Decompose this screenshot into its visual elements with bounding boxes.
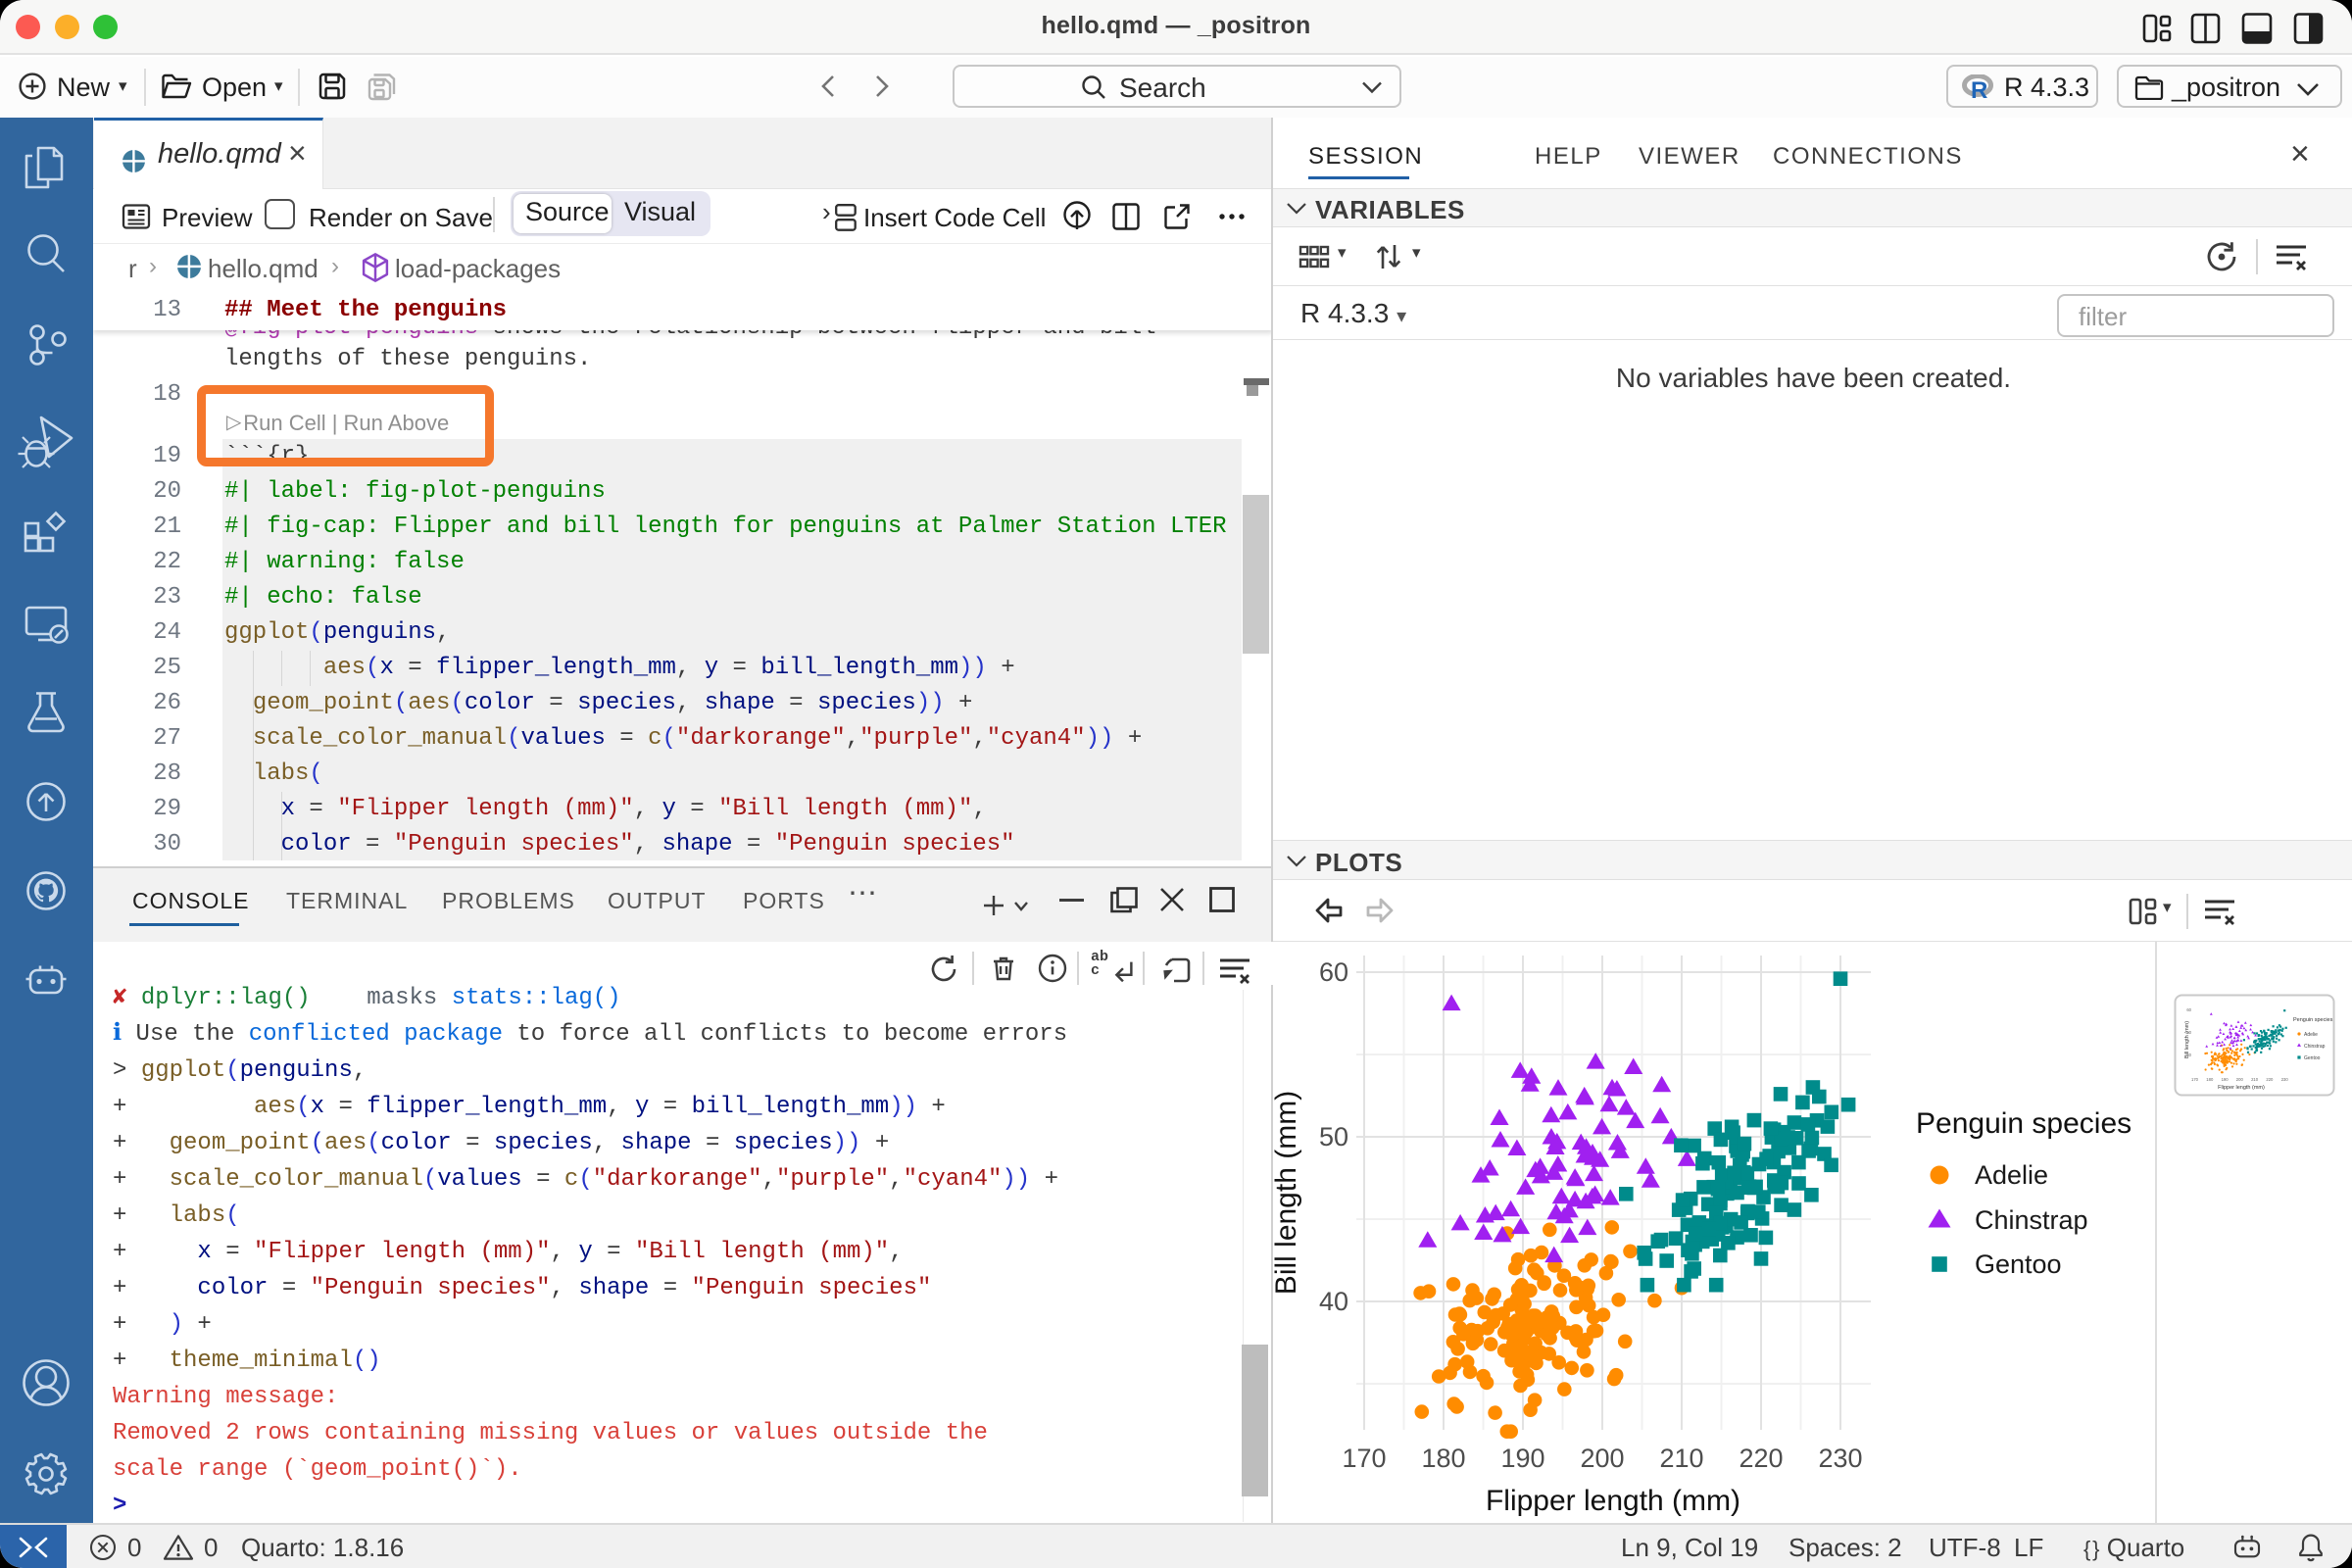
svg-text:Flipper length (mm): Flipper length (mm) <box>1486 1485 1740 1517</box>
svg-text:60: 60 <box>2186 1007 2191 1012</box>
svg-text:170: 170 <box>2191 1077 2199 1082</box>
svg-text:Chinstrap: Chinstrap <box>2304 1044 2326 1050</box>
svg-text:180: 180 <box>1421 1444 1465 1473</box>
svg-text:40: 40 <box>2186 1053 2191 1057</box>
svg-text:230: 230 <box>2281 1077 2289 1082</box>
svg-text:210: 210 <box>1659 1444 1703 1473</box>
svg-text:Adelie: Adelie <box>1975 1160 2048 1190</box>
svg-text:Bill length (mm): Bill length (mm) <box>1273 1091 1302 1295</box>
svg-text:Penguin species: Penguin species <box>1916 1107 2132 1140</box>
svg-text:220: 220 <box>1739 1444 1783 1473</box>
svg-text:Gentoo: Gentoo <box>2304 1055 2321 1061</box>
svg-text:50: 50 <box>1319 1122 1348 1152</box>
svg-text:170: 170 <box>1342 1444 1386 1473</box>
svg-text:Penguin species: Penguin species <box>2293 1017 2333 1023</box>
svg-text:190: 190 <box>1500 1444 1544 1473</box>
svg-text:200: 200 <box>1580 1444 1624 1473</box>
svg-text:Gentoo: Gentoo <box>1975 1250 2062 1279</box>
svg-text:220: 220 <box>2266 1077 2274 1082</box>
svg-text:50: 50 <box>2186 1030 2191 1035</box>
svg-text:190: 190 <box>2222 1077 2230 1082</box>
svg-text:200: 200 <box>2236 1077 2244 1082</box>
svg-text:180: 180 <box>2206 1077 2214 1082</box>
svg-text:Flipper length (mm): Flipper length (mm) <box>2218 1085 2265 1091</box>
svg-text:Chinstrap: Chinstrap <box>1975 1205 2088 1235</box>
svg-text:210: 210 <box>2251 1077 2259 1082</box>
svg-text:40: 40 <box>1319 1287 1348 1316</box>
svg-text:Adelie: Adelie <box>2304 1032 2318 1038</box>
svg-text:60: 60 <box>1319 957 1348 987</box>
svg-text:230: 230 <box>1818 1444 1862 1473</box>
svg-text:R: R <box>1971 77 1987 100</box>
